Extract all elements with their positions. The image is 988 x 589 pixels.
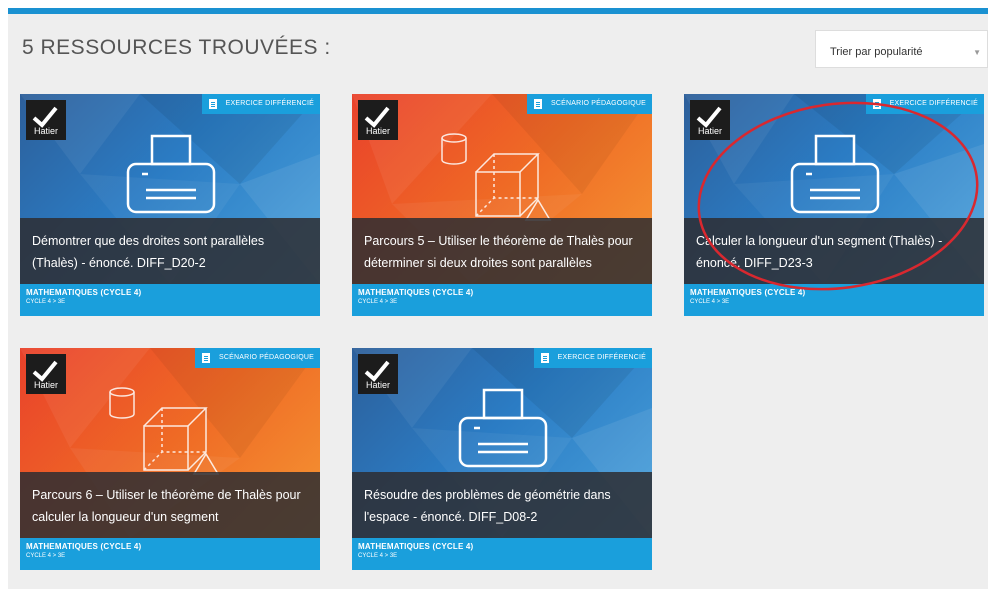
- resource-type-badge: SCÉNARIO PÉDAGOGIQUE: [526, 94, 652, 114]
- document-icon: [208, 99, 217, 109]
- card-thumbnail: Hatier EXERCICE DIFFÉRENCIÉ Démontrer qu…: [20, 94, 320, 284]
- card-meta: MATHEMATIQUES (CYCLE 4) CYCLE 4 > 3E: [352, 538, 652, 570]
- card-meta: MATHEMATIQUES (CYCLE 4) CYCLE 4 > 3E: [20, 538, 320, 570]
- level-label: CYCLE 4 > 3E: [26, 553, 66, 559]
- document-icon: [533, 99, 542, 109]
- results-page: 5 RESSOURCES TROUVÉES : Trier par popula…: [8, 8, 988, 589]
- resource-title[interactable]: Parcours 5 – Utiliser le théorème de Tha…: [352, 218, 652, 284]
- resource-type-label: EXERCICE DIFFÉRENCIÉ: [557, 354, 646, 361]
- subject-label: MATHEMATIQUES (CYCLE 4): [26, 542, 142, 551]
- brand-name: Hatier: [33, 126, 58, 136]
- annotation-ellipse: [697, 101, 979, 291]
- results-count-heading: 5 RESSOURCES TROUVÉES :: [22, 36, 331, 59]
- hatier-logo: Hatier: [358, 354, 398, 394]
- resource-type-label: SCÉNARIO PÉDAGOGIQUE: [550, 100, 646, 107]
- level-label: CYCLE 4 > 3E: [26, 299, 66, 305]
- resource-type-badge: EXERCICE DIFFÉRENCIÉ: [533, 348, 652, 368]
- resource-card[interactable]: Hatier SCÉNARIO PÉDAGOGIQUE Parcours 5 –…: [352, 94, 652, 316]
- top-accent-bar: [8, 8, 988, 14]
- resource-type-label: EXERCICE DIFFÉRENCIÉ: [225, 100, 314, 107]
- document-icon: [540, 353, 549, 363]
- subject-label: MATHEMATIQUES (CYCLE 4): [358, 542, 474, 551]
- resource-title[interactable]: Parcours 6 – Utiliser le théorème de Tha…: [20, 472, 320, 538]
- resource-card[interactable]: Hatier EXERCICE DIFFÉRENCIÉ Démontrer qu…: [20, 94, 320, 316]
- sort-select[interactable]: Trier par popularité ▼: [815, 30, 988, 68]
- document-icon: [201, 353, 210, 363]
- brand-name: Hatier: [365, 380, 390, 390]
- brand-name: Hatier: [365, 126, 390, 136]
- resource-card[interactable]: Hatier EXERCICE DIFFÉRENCIÉ Résoudre des…: [352, 348, 652, 570]
- hatier-logo: Hatier: [26, 100, 66, 140]
- sort-select-value: Trier par popularité: [830, 46, 923, 58]
- chevron-down-icon: ▼: [973, 48, 981, 57]
- hatier-logo: Hatier: [358, 100, 398, 140]
- card-thumbnail: Hatier EXERCICE DIFFÉRENCIÉ Résoudre des…: [352, 348, 652, 538]
- resource-type-label: SCÉNARIO PÉDAGOGIQUE: [218, 354, 314, 361]
- resource-title[interactable]: Résoudre des problèmes de géométrie dans…: [352, 472, 652, 538]
- resource-type-badge: EXERCICE DIFFÉRENCIÉ: [201, 94, 320, 114]
- hatier-logo: Hatier: [26, 354, 66, 394]
- level-label: CYCLE 4 > 3E: [358, 299, 398, 305]
- subject-label: MATHEMATIQUES (CYCLE 4): [26, 288, 142, 297]
- card-meta: MATHEMATIQUES (CYCLE 4) CYCLE 4 > 3E: [352, 284, 652, 316]
- card-meta: MATHEMATIQUES (CYCLE 4) CYCLE 4 > 3E: [20, 284, 320, 316]
- card-thumbnail: Hatier SCÉNARIO PÉDAGOGIQUE Parcours 5 –…: [352, 94, 652, 284]
- resource-card[interactable]: Hatier SCÉNARIO PÉDAGOGIQUE Parcours 6 –…: [20, 348, 320, 570]
- subject-label: MATHEMATIQUES (CYCLE 4): [358, 288, 474, 297]
- card-thumbnail: Hatier SCÉNARIO PÉDAGOGIQUE Parcours 6 –…: [20, 348, 320, 538]
- level-label: CYCLE 4 > 3E: [358, 553, 398, 559]
- resource-type-badge: SCÉNARIO PÉDAGOGIQUE: [194, 348, 320, 368]
- brand-name: Hatier: [33, 380, 58, 390]
- resource-title[interactable]: Démontrer que des droites sont parallèle…: [20, 218, 320, 284]
